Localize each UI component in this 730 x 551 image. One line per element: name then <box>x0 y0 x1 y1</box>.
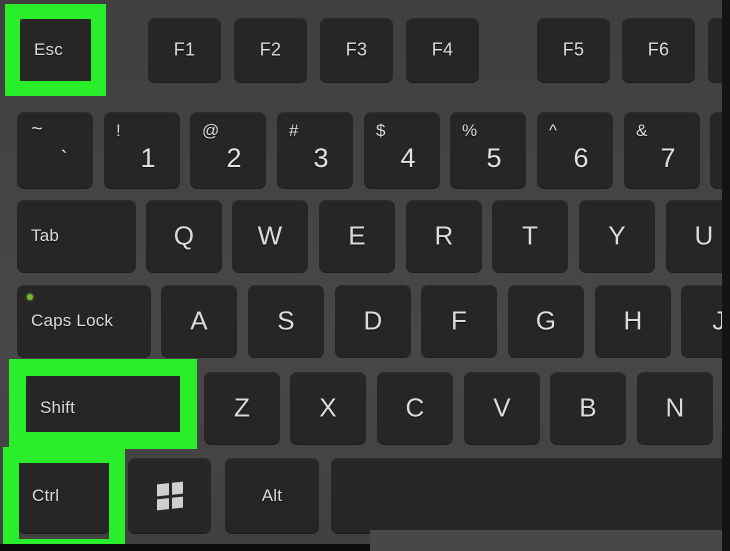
key-f3[interactable]: F3 <box>320 18 393 82</box>
key-e[interactable]: E <box>319 200 395 272</box>
key-tab[interactable]: Tab <box>17 200 136 272</box>
bottom-edge-band <box>0 544 370 551</box>
key-f2-label: F2 <box>259 39 282 60</box>
key-1-label: 1 <box>140 143 156 173</box>
keyboard-screenshot: Esc F1 F2 F3 F4 F5 F6 F7 ~ ` ! 1 @ 2 # 3… <box>0 0 730 551</box>
key-f5[interactable]: F5 <box>537 18 610 82</box>
key-2-label: 2 <box>226 143 242 173</box>
key-alt-left[interactable]: Alt <box>225 458 319 533</box>
key-y[interactable]: Y <box>579 200 655 272</box>
highlight-box-ctrl <box>3 447 125 551</box>
key-2[interactable]: @ 2 <box>190 112 266 188</box>
key-t[interactable]: T <box>492 200 568 272</box>
key-f6[interactable]: F6 <box>622 18 695 82</box>
key-b-label: B <box>579 392 597 423</box>
key-backtick[interactable]: ~ ` <box>17 112 93 188</box>
key-c[interactable]: C <box>377 372 453 444</box>
key-v[interactable]: V <box>464 372 540 444</box>
key-backtick-label: ` <box>60 146 68 171</box>
windows-logo-icon <box>156 481 183 510</box>
key-4-shift-symbol: $ <box>376 121 386 140</box>
key-g-label: G <box>535 305 557 336</box>
key-x[interactable]: X <box>290 372 366 444</box>
right-edge-band <box>722 0 730 551</box>
key-4-label: 4 <box>400 143 416 173</box>
key-v-label: V <box>493 392 511 423</box>
key-e-label: E <box>348 220 366 251</box>
key-d[interactable]: D <box>335 285 411 357</box>
key-w-label: W <box>257 220 283 251</box>
key-q[interactable]: Q <box>146 200 222 272</box>
key-f4[interactable]: F4 <box>406 18 479 82</box>
key-w[interactable]: W <box>232 200 308 272</box>
key-s[interactable]: S <box>248 285 324 357</box>
key-a-label: A <box>190 305 208 336</box>
key-z-label: Z <box>233 392 251 423</box>
key-x-label: X <box>319 392 337 423</box>
palmrest-strip <box>370 530 722 551</box>
key-h[interactable]: H <box>595 285 671 357</box>
key-alt-left-label: Alt <box>261 485 283 505</box>
key-y-label: Y <box>608 220 626 251</box>
key-7[interactable]: & 7 <box>624 112 700 188</box>
key-7-label: 7 <box>660 143 676 173</box>
key-t-label: T <box>521 220 539 251</box>
key-d-label: D <box>363 305 383 336</box>
key-f5-label: F5 <box>562 39 585 60</box>
key-4[interactable]: $ 4 <box>364 112 440 188</box>
key-g[interactable]: G <box>508 285 584 357</box>
key-f1-label: F1 <box>173 39 196 60</box>
key-z[interactable]: Z <box>204 372 280 444</box>
key-6[interactable]: ^ 6 <box>537 112 613 188</box>
key-q-label: Q <box>173 220 195 251</box>
key-6-shift-symbol: ^ <box>549 121 557 140</box>
key-spacebar[interactable] <box>331 458 730 533</box>
key-s-label: S <box>277 305 295 336</box>
key-6-label: 6 <box>573 143 589 173</box>
key-u-label: U <box>694 220 714 251</box>
key-r-label: R <box>434 220 454 251</box>
key-r[interactable]: R <box>406 200 482 272</box>
key-f-label: F <box>450 305 468 336</box>
key-f2[interactable]: F2 <box>234 18 307 82</box>
key-5-shift-symbol: % <box>462 121 478 140</box>
key-2-shift-symbol: @ <box>202 121 220 140</box>
key-f4-label: F4 <box>431 39 454 60</box>
highlight-box-shift <box>9 359 197 449</box>
key-f6-label: F6 <box>647 39 670 60</box>
key-3[interactable]: # 3 <box>277 112 353 188</box>
key-windows[interactable] <box>128 458 211 533</box>
key-1-shift-symbol: ! <box>116 121 121 140</box>
highlight-box-esc <box>5 4 106 96</box>
key-tab-label: Tab <box>31 226 60 245</box>
key-backtick-shift-symbol: ~ <box>31 118 43 140</box>
key-1[interactable]: ! 1 <box>104 112 180 188</box>
key-f1[interactable]: F1 <box>148 18 221 82</box>
key-3-shift-symbol: # <box>289 121 299 140</box>
key-5-label: 5 <box>486 143 502 173</box>
key-caps-lock-label: Caps Lock <box>31 311 114 330</box>
key-b[interactable]: B <box>550 372 626 444</box>
key-n[interactable]: N <box>637 372 713 444</box>
key-f3-label: F3 <box>345 39 368 60</box>
key-caps-lock[interactable]: Caps Lock <box>17 285 151 357</box>
key-3-label: 3 <box>313 143 329 173</box>
key-u[interactable]: U <box>666 200 730 272</box>
key-n-label: N <box>665 392 685 423</box>
key-7-shift-symbol: & <box>636 121 648 140</box>
key-a[interactable]: A <box>161 285 237 357</box>
key-5[interactable]: % 5 <box>450 112 526 188</box>
key-h-label: H <box>623 305 643 336</box>
key-c-label: C <box>405 392 425 423</box>
caps-lock-led-icon <box>27 294 33 300</box>
key-f[interactable]: F <box>421 285 497 357</box>
